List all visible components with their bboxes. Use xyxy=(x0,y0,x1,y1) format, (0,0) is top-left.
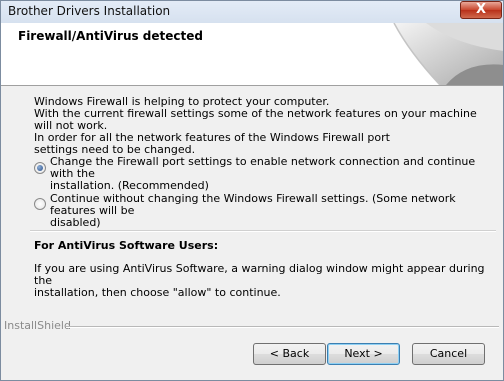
page-title: Firewall/AntiVirus detected xyxy=(18,29,203,43)
footer-divider xyxy=(66,326,499,328)
antivirus-line: installation, then choose "allow" to con… xyxy=(34,286,281,299)
window-title: Brother Drivers Installation xyxy=(8,4,171,18)
option-line: disabled) xyxy=(50,216,101,229)
option-line: Change the Firewall port settings to ena… xyxy=(50,155,476,180)
option-change-firewall-label[interactable]: Change the Firewall port settings to ena… xyxy=(50,156,490,192)
header-graphic xyxy=(393,23,504,85)
option-line: Continue without changing the Windows Fi… xyxy=(50,192,456,217)
radio-continue-without[interactable] xyxy=(34,198,46,210)
option-continue-without-label[interactable]: Continue without changing the Windows Fi… xyxy=(50,193,490,229)
next-button[interactable]: Next > xyxy=(327,343,400,365)
antivirus-text: If you are using AntiVirus Software, a w… xyxy=(34,263,489,299)
cancel-button[interactable]: Cancel xyxy=(412,343,485,365)
close-icon: X xyxy=(475,2,487,17)
title-bar: Brother Drivers Installation X xyxy=(0,0,504,24)
radio-selected-dot xyxy=(37,165,43,171)
radio-change-firewall[interactable] xyxy=(34,162,46,174)
intro-line: With the current firewall settings some … xyxy=(34,107,477,132)
header-panel: Firewall/AntiVirus detected xyxy=(0,23,504,86)
option-line: installation. (Recommended) xyxy=(50,179,209,192)
back-button[interactable]: < Back xyxy=(253,343,326,365)
close-button[interactable]: X xyxy=(460,1,502,19)
intro-text: Windows Firewall is helping to protect y… xyxy=(34,96,489,156)
divider xyxy=(30,230,496,232)
antivirus-heading: For AntiVirus Software Users: xyxy=(34,239,219,252)
antivirus-line: If you are using AntiVirus Software, a w… xyxy=(34,262,485,287)
installshield-label: InstallShield xyxy=(4,319,71,332)
